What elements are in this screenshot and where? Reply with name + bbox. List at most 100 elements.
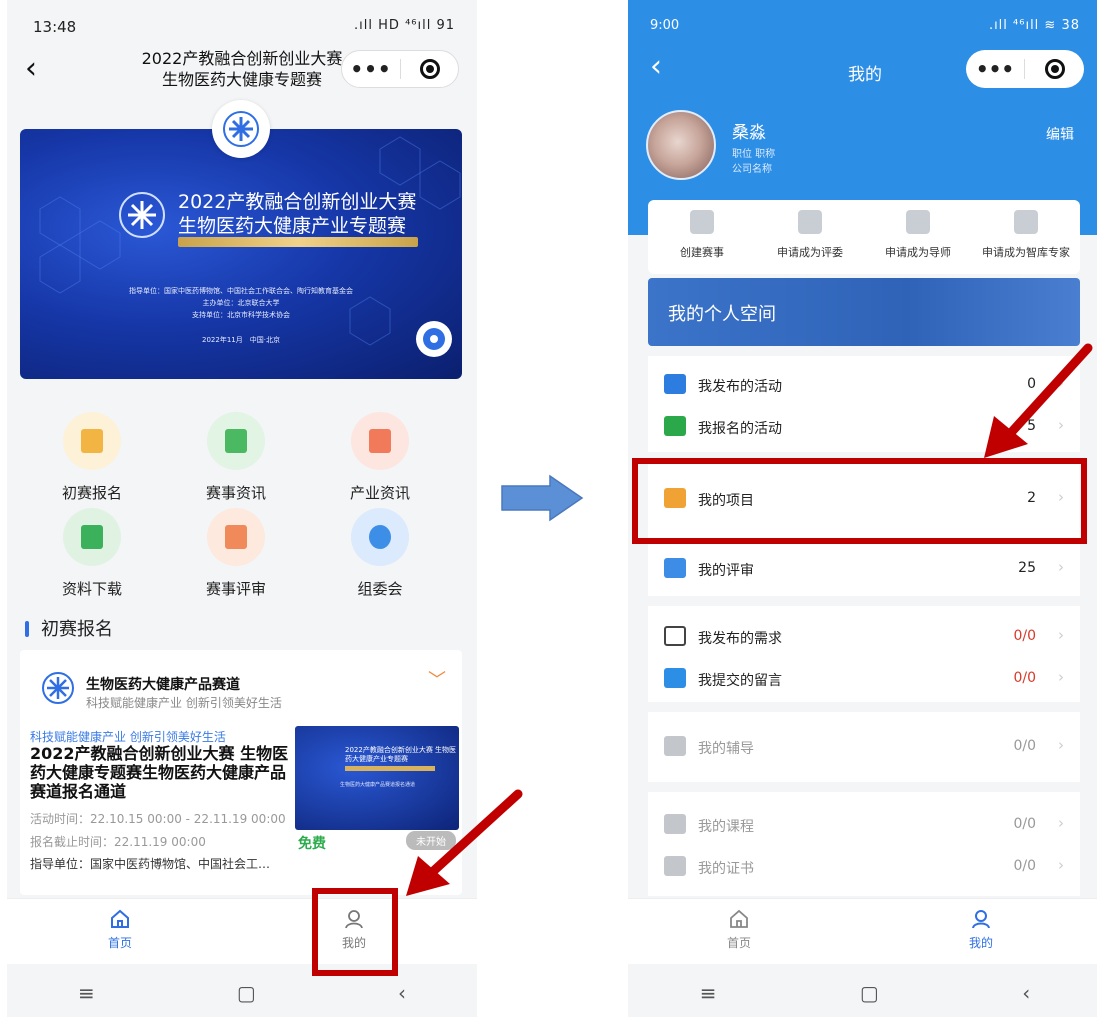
- tab-home-label: 首页: [107, 936, 132, 950]
- tutorial-composite: 13:48 .ıll HD ⁴⁶ıll 91 ‹ 2022产教融合创新创业大赛 …: [0, 0, 1097, 1017]
- system-nav-bar: ≡ ▢ ‹: [7, 966, 477, 1017]
- status-bar: 13:48 .ıll HD ⁴⁶ıll 91: [7, 0, 477, 40]
- banner-title-line2: 生物医药大健康产业专题赛: [178, 215, 407, 237]
- menu-label: 赛事评审: [205, 580, 266, 598]
- menu-label: 产业资讯: [349, 484, 410, 502]
- flow-arrow-icon: [501, 474, 584, 522]
- action-apply-judge[interactable]: 申请成为评委: [756, 210, 864, 260]
- row-my-courses[interactable]: 我的课程 0/0 ›: [648, 804, 1080, 846]
- menu-icon[interactable]: ≡: [78, 981, 95, 1005]
- row-label: 我提交的留言: [698, 673, 782, 689]
- org-chart-icon: [207, 508, 265, 566]
- news-clock-icon: [207, 412, 265, 470]
- row-label: 我的辅导: [698, 741, 754, 757]
- status-icons: .ıll HD ⁴⁶ıll 91: [354, 18, 455, 33]
- message-icon: [664, 668, 686, 688]
- menu-event-news[interactable]: 赛事资讯: [171, 412, 301, 503]
- signup-card[interactable]: 生物医药大健康产品赛道 科技赋能健康产业 创新引领美好生活 ﹀ 科技赋能健康产业…: [20, 650, 462, 895]
- user-name: 桑淼: [732, 123, 766, 143]
- thumbnail-strip: [345, 766, 435, 771]
- action-apply-mentor[interactable]: 申请成为导师: [864, 210, 972, 260]
- bottom-tab-bar: 首页 我的: [7, 898, 477, 964]
- chevron-right-icon: ›: [1058, 668, 1064, 686]
- row-submitted-messages[interactable]: 我提交的留言 0/0 ›: [648, 658, 1080, 700]
- chevron-down-icon[interactable]: ﹀: [428, 666, 446, 692]
- home-icon: [694, 907, 784, 934]
- tutoring-group: 我的辅导 0/0 ›: [648, 712, 1080, 782]
- home-square-icon[interactable]: ▢: [860, 981, 879, 1005]
- tab-mine-label: 我的: [968, 936, 993, 950]
- judge-icon: [798, 210, 822, 234]
- back-icon[interactable]: ‹: [25, 54, 37, 84]
- menu-industry-news[interactable]: 产业资讯: [315, 412, 445, 503]
- tab-mine[interactable]: 我的: [936, 907, 1026, 951]
- home-icon: [75, 907, 165, 934]
- highlight-box-my-projects: [632, 458, 1087, 544]
- action-create-event[interactable]: 创建赛事: [648, 210, 756, 260]
- course-icon: [664, 814, 686, 834]
- more-icon[interactable]: •••: [966, 57, 1024, 81]
- list-document-icon: [664, 626, 686, 646]
- contest-emblem-icon: [212, 100, 270, 158]
- tab-home[interactable]: 首页: [75, 907, 165, 951]
- requests-group: 我发布的需求 0/0 › 我提交的留言 0/0 ›: [648, 606, 1080, 702]
- action-apply-expert[interactable]: 申请成为智库专家: [972, 210, 1080, 260]
- banner-date: 2022年11月 中国·北京: [202, 336, 280, 344]
- user-icon: [936, 907, 1026, 934]
- row-label: 我的证书: [698, 861, 754, 877]
- activity-time: 活动时间：22.10.15 00:00 - 22.11.19 00:00: [30, 812, 286, 826]
- track-logo-icon: [40, 670, 76, 710]
- card-title[interactable]: 2022产教融合创新创业大赛 生物医药大健康专题赛生物医药大健康产品赛道报名通道: [30, 744, 292, 801]
- close-miniprogram-icon[interactable]: [1025, 59, 1084, 79]
- menu-event-review[interactable]: 赛事评审: [171, 508, 301, 599]
- settings-gear-icon[interactable]: [416, 321, 452, 357]
- menu-icon[interactable]: ≡: [700, 981, 717, 1005]
- banner-support: 支持单位：北京市科学技术协会: [192, 311, 290, 319]
- flag-icon: [664, 416, 686, 436]
- home-square-icon[interactable]: ▢: [237, 981, 256, 1005]
- tab-home-label: 首页: [726, 936, 751, 950]
- page-title-line2: 生物医药大健康专题赛: [161, 70, 322, 89]
- back-arrow-icon[interactable]: ‹: [1022, 981, 1030, 1005]
- row-my-tutoring[interactable]: 我的辅导 0/0 ›: [648, 726, 1080, 768]
- banner-guide-units: 指导单位：国家中医药博物馆、中国社会工作联合会、陶行知教育基金会: [129, 287, 353, 295]
- tab-home[interactable]: 首页: [694, 907, 784, 951]
- more-icon[interactable]: •••: [342, 57, 400, 81]
- avatar[interactable]: [646, 110, 716, 180]
- row-my-certificates[interactable]: 我的证书 0/0 ›: [648, 846, 1080, 888]
- flag-icon: [664, 374, 686, 394]
- track-slogan: 科技赋能健康产业 创新引领美好生活: [86, 696, 282, 710]
- menu-preliminary-signup[interactable]: 初赛报名: [27, 412, 157, 503]
- close-miniprogram-icon[interactable]: [401, 59, 458, 79]
- edit-profile-link[interactable]: 编辑: [1046, 124, 1074, 144]
- courses-group: 我的课程 0/0 › 我的证书 0/0 ›: [648, 792, 1080, 896]
- chevron-right-icon: ›: [1058, 558, 1064, 576]
- contest-logo-icon: [116, 189, 168, 245]
- row-my-reviews[interactable]: 我的评审 25 ›: [648, 548, 1080, 590]
- row-label: 我的课程: [698, 819, 754, 835]
- personal-space-title: 我的个人空间: [668, 304, 776, 325]
- signup-deadline: 报名截止时间：22.11.19 00:00: [30, 835, 206, 849]
- menu-committee[interactable]: 组委会: [315, 508, 445, 599]
- event-banner[interactable]: 2022产教融合创新创业大赛 生物医药大健康产业专题赛 指导单位：国家中医药博物…: [20, 129, 462, 379]
- menu-downloads[interactable]: 资料下载: [27, 508, 157, 599]
- row-value: 0/0: [1013, 738, 1036, 754]
- menu-label: 资料下载: [61, 580, 122, 598]
- user-position: 职位 职称: [732, 149, 776, 160]
- row-label: 我发布的活动: [698, 379, 782, 395]
- row-label: 我报名的活动: [698, 421, 782, 437]
- price-label: 免费: [298, 836, 326, 852]
- pointer-arrow-icon: [984, 343, 1093, 458]
- document-icon: [351, 412, 409, 470]
- section-title: 初赛报名: [25, 615, 113, 641]
- action-label: 申请成为导师: [885, 246, 951, 259]
- row-published-needs[interactable]: 我发布的需求 0/0 ›: [648, 616, 1080, 658]
- status-time: 9:00: [650, 18, 680, 33]
- row-value: 0/0: [1013, 858, 1036, 874]
- row-value: 25: [1018, 560, 1036, 576]
- quick-actions: 创建赛事 申请成为评委 申请成为导师 申请成为智库专家: [648, 200, 1080, 274]
- tutoring-icon: [664, 736, 686, 756]
- back-arrow-icon[interactable]: ‹: [398, 981, 406, 1005]
- expert-icon: [1014, 210, 1038, 234]
- chevron-right-icon: ›: [1058, 814, 1064, 832]
